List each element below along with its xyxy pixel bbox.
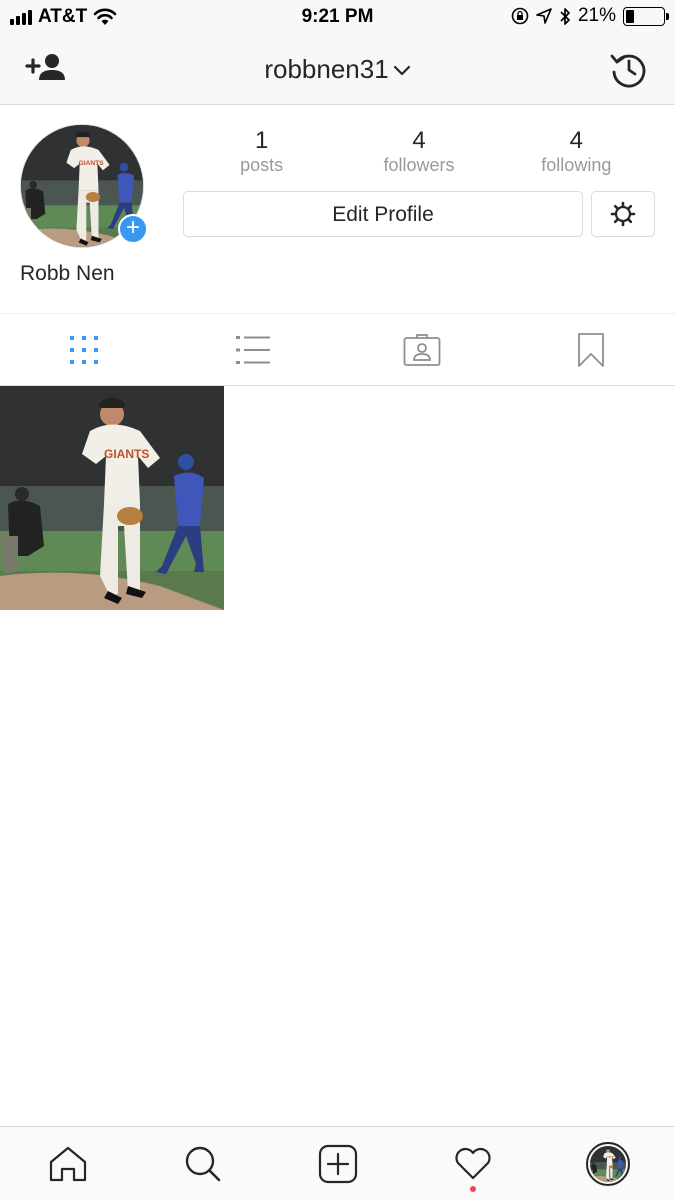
bookmark-icon — [577, 332, 604, 367]
tab-list[interactable] — [169, 314, 338, 385]
list-icon — [236, 335, 271, 364]
tab-tagged[interactable] — [338, 314, 507, 385]
settings-button[interactable] — [591, 191, 655, 237]
grid-icon — [70, 335, 99, 364]
nav-profile[interactable] — [540, 1127, 675, 1200]
orientation-lock-icon — [511, 7, 529, 25]
nav-search[interactable] — [135, 1127, 270, 1200]
stat-posts-count: 1 — [254, 127, 269, 154]
stat-posts-label: posts — [240, 155, 284, 175]
tagged-icon — [403, 333, 441, 366]
activity-heart-icon — [454, 1147, 491, 1179]
add-story-plus-icon[interactable]: + — [118, 214, 148, 244]
nav-new-post[interactable] — [270, 1127, 405, 1200]
username-switcher[interactable]: robbnen31 — [0, 54, 675, 85]
gear-icon — [610, 201, 636, 227]
bluetooth-icon — [560, 7, 570, 25]
battery-percent: 21% — [577, 5, 616, 26]
status-bar: AT&T 9:21 PM 21% — [0, 0, 675, 34]
edit-profile-button[interactable]: Edit Profile — [183, 191, 583, 237]
profile-header-bar: robbnen31 — [0, 34, 675, 105]
stat-following-label: following — [541, 155, 612, 175]
profile-stats: 1 posts 4 followers 4 following — [183, 128, 655, 176]
tab-grid[interactable] — [0, 314, 169, 385]
stat-following-count: 4 — [569, 127, 583, 154]
battery-icon — [623, 6, 669, 26]
new-post-icon — [318, 1144, 357, 1183]
stat-posts[interactable]: 1 posts — [183, 128, 340, 176]
profile-view-tabs — [0, 313, 675, 386]
profile-avatar-icon — [585, 1141, 630, 1186]
nav-home[interactable] — [0, 1127, 135, 1200]
home-icon — [49, 1146, 86, 1181]
chevron-down-icon — [393, 66, 410, 76]
nav-activity[interactable] — [405, 1127, 540, 1200]
archive-history-icon — [610, 54, 646, 88]
archive-button[interactable] — [609, 50, 647, 93]
search-icon — [185, 1146, 220, 1181]
bottom-tab-bar — [0, 1126, 675, 1200]
profile-display-name: Robb Nen — [20, 262, 115, 285]
username-title: robbnen31 — [264, 54, 389, 84]
stat-followers-count: 4 — [412, 127, 426, 154]
battery-level — [626, 9, 634, 23]
post-thumbnail[interactable] — [0, 386, 224, 610]
activity-notification-dot — [469, 1186, 476, 1192]
profile-avatar[interactable]: + — [20, 124, 148, 248]
status-right: 21% — [511, 5, 669, 27]
stat-followers-label: followers — [383, 155, 455, 175]
stat-followers[interactable]: 4 followers — [340, 128, 497, 176]
stat-following[interactable]: 4 following — [498, 128, 655, 176]
tab-saved[interactable] — [506, 314, 675, 385]
location-icon — [536, 8, 552, 24]
